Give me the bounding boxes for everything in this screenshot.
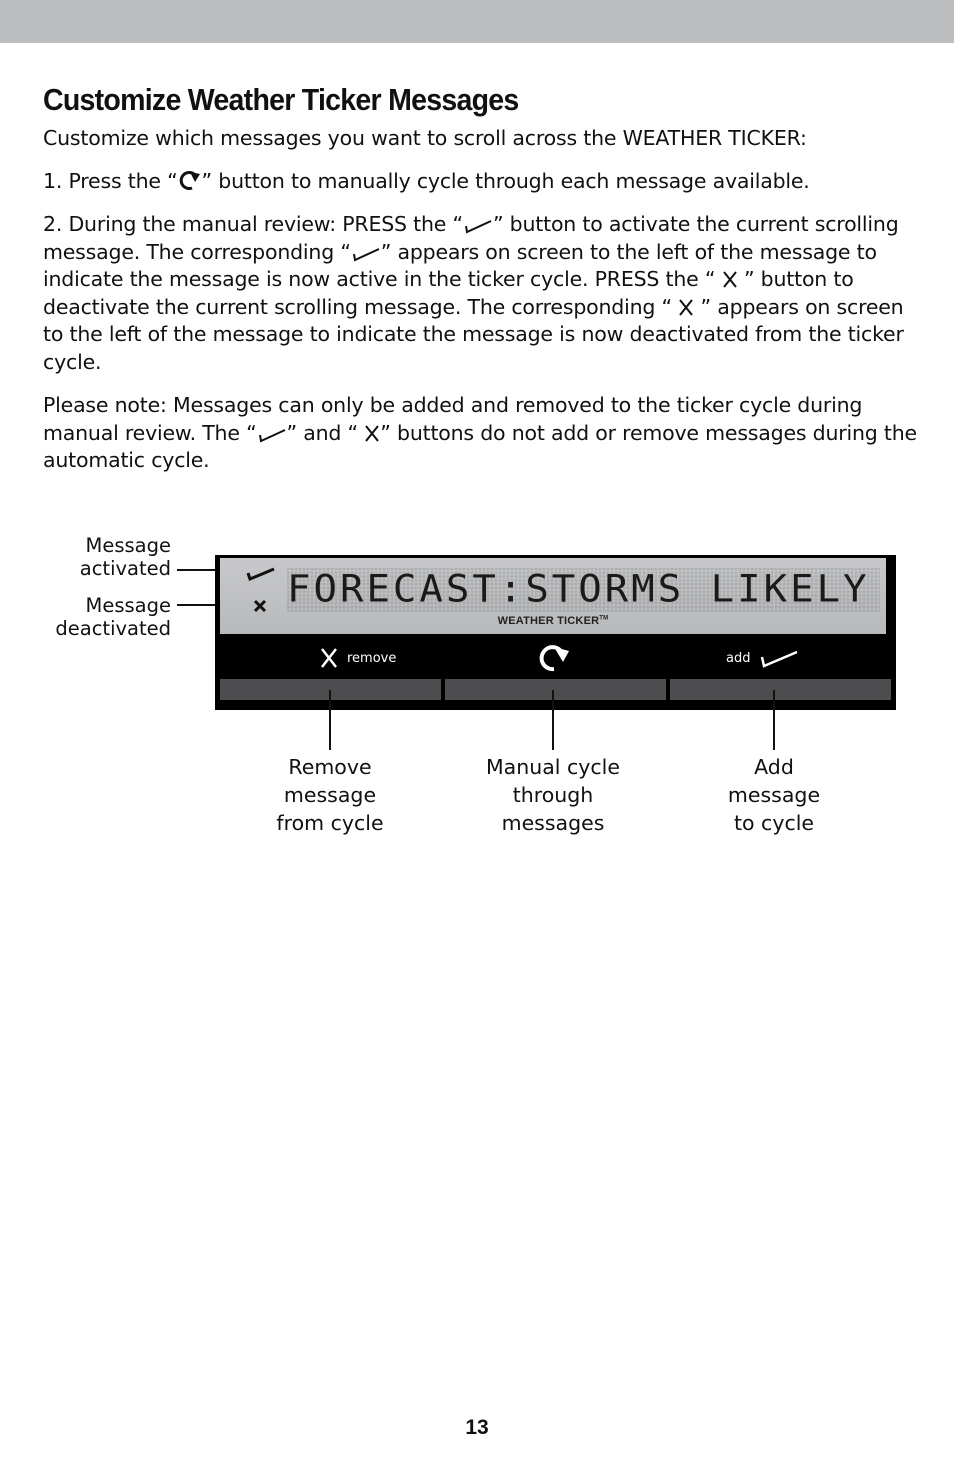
check-icon xyxy=(463,218,493,234)
message-activated-label: Message activated xyxy=(79,534,171,580)
note-paragraph: Please note: Messages can only be added … xyxy=(43,392,923,475)
remove-x-icon xyxy=(319,647,339,673)
cycle-callout: Manual cycle through messages xyxy=(486,755,620,835)
remove-leader-line xyxy=(329,690,331,750)
remove-label: remove xyxy=(347,651,397,666)
note-text-b: ” and “ xyxy=(286,420,365,445)
add-button[interactable] xyxy=(670,679,891,700)
weather-ticker-device: FORECAST:STORMS LIKELY WEATHER TICKERTM … xyxy=(215,555,896,710)
activated-check-icon xyxy=(246,566,276,585)
button-keys xyxy=(220,679,891,700)
step-1-text-b: ” button to manually cycle through each … xyxy=(201,169,810,193)
cycle-leader-line xyxy=(552,690,554,750)
add-callout: Add message to cycle xyxy=(727,755,821,835)
page-title: Customize Weather Ticker Messages xyxy=(43,82,519,117)
intro-paragraph: Customize which messages you want to scr… xyxy=(43,126,807,150)
add-check-icon xyxy=(759,649,799,673)
ticker-message: FORECAST:STORMS LIKELY xyxy=(287,568,880,612)
x-icon xyxy=(722,269,738,289)
x-icon xyxy=(678,297,694,317)
add-label: add xyxy=(726,651,751,666)
check-icon xyxy=(257,427,287,443)
button-label-row: remove add xyxy=(215,637,896,677)
trademark: TM xyxy=(599,615,609,622)
header-bar xyxy=(0,0,954,43)
lcd-brand-label: WEATHER TICKERTM xyxy=(220,615,886,627)
step-2-text-a: 2. During the manual review: PRESS the “ xyxy=(43,212,463,236)
cycle-arrow-icon xyxy=(178,169,202,191)
step-2-paragraph: 2. During the manual review: PRESS the “… xyxy=(43,211,923,376)
cycle-button[interactable] xyxy=(445,679,666,700)
brand-text: WEATHER TICKER xyxy=(497,615,600,627)
cycle-arrow-icon xyxy=(537,643,571,677)
message-deactivated-label: Message deactivated xyxy=(55,594,171,640)
x-icon xyxy=(364,423,380,443)
check-icon xyxy=(351,246,381,262)
lcd-screen: FORECAST:STORMS LIKELY WEATHER TICKERTM xyxy=(220,558,886,634)
step-1-paragraph: 1. Press the “ ” button to manually cycle… xyxy=(43,168,923,196)
remove-callout: Remove message from cycle xyxy=(276,755,384,835)
page-number: 13 xyxy=(465,1416,489,1439)
add-leader-line xyxy=(773,690,775,750)
step-1-text-a: 1. Press the “ xyxy=(43,169,178,193)
